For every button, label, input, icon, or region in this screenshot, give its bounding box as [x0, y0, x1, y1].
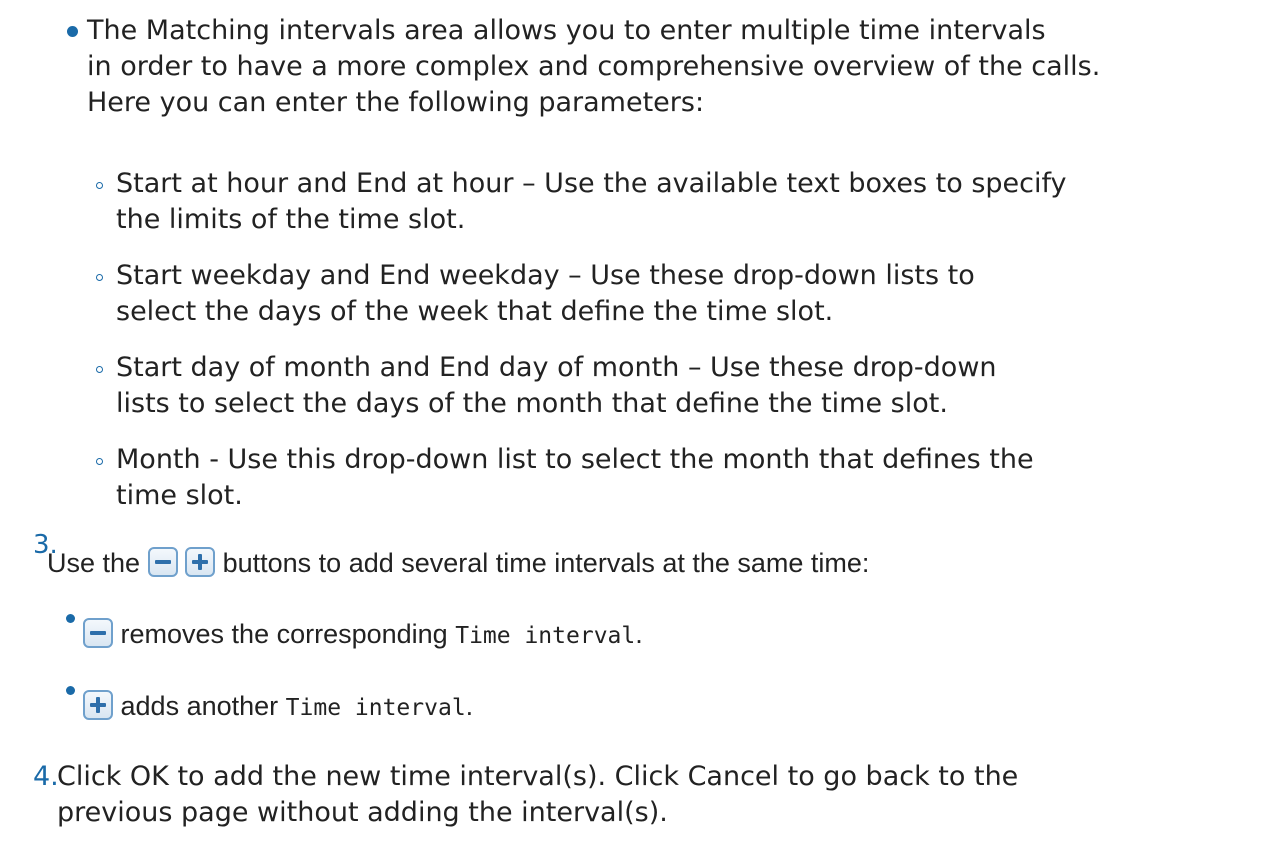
sub-bullet-marker [96, 182, 103, 189]
sub-bullet-marker [96, 274, 103, 281]
param-line-1: Start weekday and End weekday – Use thes… [116, 260, 975, 291]
param-start-end-day-of-month: Start day of month and End day of month … [116, 350, 1227, 422]
matching-intervals-line-3: Here you can enter the following paramet… [87, 87, 705, 118]
add-code: Time interval [285, 695, 466, 721]
step-number-4: 4. [33, 761, 59, 792]
step-3-text-before: Use the [47, 548, 141, 578]
matching-intervals-paragraph: The Matching intervals area allows you t… [87, 13, 1227, 121]
minus-button-icon [147, 547, 178, 577]
bullet-marker [66, 686, 75, 695]
param-line-2: lists to select the days of the month th… [116, 388, 948, 419]
sub-bullet-marker [96, 366, 103, 373]
param-line-2: the limits of the time slot. [116, 204, 466, 235]
bullet-marker [67, 26, 78, 37]
remove-interval-item: removes the corresponding Time interval. [83, 616, 1223, 654]
remove-code: Time interval [455, 623, 636, 649]
step-4-paragraph: Click OK to add the new time interval(s)… [57, 759, 1227, 831]
step-4-line-1: Click OK to add the new time interval(s)… [57, 761, 1019, 792]
remove-text: removes the corresponding [120, 619, 448, 649]
step-3-text-after: buttons to add several time intervals at… [222, 548, 870, 578]
param-start-end-weekday: Start weekday and End weekday – Use thes… [116, 258, 1227, 330]
matching-intervals-line-1: The Matching intervals area allows you t… [87, 15, 1046, 46]
param-line-2: select the days of the week that define … [116, 296, 834, 327]
param-month: Month - Use this drop-down list to selec… [116, 442, 1227, 514]
add-text: adds another [120, 691, 279, 721]
sub-bullet-marker [96, 458, 103, 465]
param-line-2: time slot. [116, 480, 243, 511]
plus-button-icon [185, 547, 216, 577]
param-line-1: Start day of month and End day of month … [116, 352, 997, 383]
minus-button-icon [83, 618, 113, 648]
param-line-1: Start at hour and End at hour – Use the … [116, 168, 1067, 199]
add-interval-item: adds another Time interval. [83, 688, 1223, 726]
step-4-line-2: previous page without adding the interva… [57, 797, 668, 828]
step-3-paragraph: Use the buttons to add several time inte… [47, 545, 1227, 581]
plus-button-icon [83, 690, 113, 720]
param-start-end-hour: Start at hour and End at hour – Use the … [116, 166, 1227, 238]
remove-end: . [635, 619, 643, 649]
add-end: . [465, 691, 474, 721]
bullet-marker [66, 614, 75, 623]
matching-intervals-line-2: in order to have a more complex and comp… [87, 51, 1101, 82]
param-line-1: Month - Use this drop-down list to selec… [116, 444, 1034, 475]
